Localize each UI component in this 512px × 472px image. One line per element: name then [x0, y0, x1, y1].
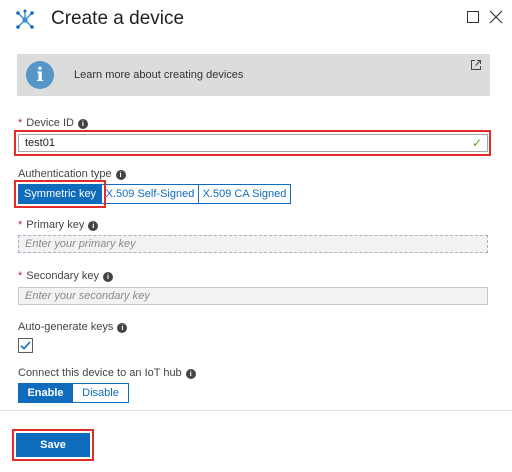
- help-icon[interactable]: i: [88, 221, 99, 231]
- auto-generate-label: Auto-generate keys i: [18, 321, 128, 334]
- connect-hub-toggle: Enable Disable: [18, 383, 129, 403]
- auth-option-symmetric-key[interactable]: Symmetric key: [18, 184, 102, 204]
- secondary-key-input[interactable]: Enter your secondary key: [18, 287, 488, 305]
- primary-key-label: * Primary key i: [18, 219, 99, 232]
- auto-generate-checkbox[interactable]: [18, 338, 33, 353]
- device-id-label: * Device ID i: [18, 117, 88, 130]
- help-icon[interactable]: i: [103, 272, 114, 282]
- auth-type-label: Authentication type i: [18, 168, 126, 181]
- info-icon: i: [26, 61, 54, 89]
- primary-key-input[interactable]: Enter your primary key: [18, 235, 488, 253]
- auth-option-x509-ca-signed[interactable]: X.509 CA Signed: [199, 184, 291, 204]
- external-link-icon: [471, 60, 481, 70]
- required-marker: *: [18, 219, 23, 231]
- valid-check-icon: ✓: [471, 136, 482, 150]
- banner-link-text: Learn more about creating devices: [74, 69, 244, 81]
- maximize-icon[interactable]: [465, 9, 481, 25]
- auth-type-selector: Symmetric key X.509 Self-Signed X.509 CA…: [18, 184, 291, 204]
- device-id-value: test01: [25, 137, 55, 149]
- help-icon[interactable]: i: [77, 119, 88, 129]
- info-banner[interactable]: i Learn more about creating devices: [17, 54, 490, 96]
- required-marker: *: [18, 270, 23, 282]
- close-icon[interactable]: [488, 9, 504, 25]
- required-marker: *: [18, 117, 23, 129]
- device-id-input[interactable]: test01 ✓: [18, 134, 488, 152]
- enable-button[interactable]: Enable: [18, 383, 73, 403]
- help-icon[interactable]: i: [115, 170, 126, 180]
- blade-header: Create a device: [0, 0, 512, 40]
- footer: Save: [0, 410, 512, 472]
- iot-device-icon: [16, 9, 34, 29]
- disable-button[interactable]: Disable: [73, 383, 129, 403]
- auth-option-x509-self-signed[interactable]: X.509 Self-Signed: [102, 184, 199, 204]
- connect-hub-label: Connect this device to an IoT hub i: [18, 367, 196, 380]
- secondary-key-label: * Secondary key i: [18, 270, 114, 283]
- primary-key-placeholder: Enter your primary key: [25, 238, 136, 250]
- checkmark-icon: [20, 341, 31, 350]
- secondary-key-placeholder: Enter your secondary key: [25, 290, 150, 302]
- save-button[interactable]: Save: [16, 433, 90, 457]
- page-title: Create a device: [51, 8, 185, 29]
- help-icon[interactable]: i: [117, 323, 128, 333]
- help-icon[interactable]: i: [185, 369, 196, 379]
